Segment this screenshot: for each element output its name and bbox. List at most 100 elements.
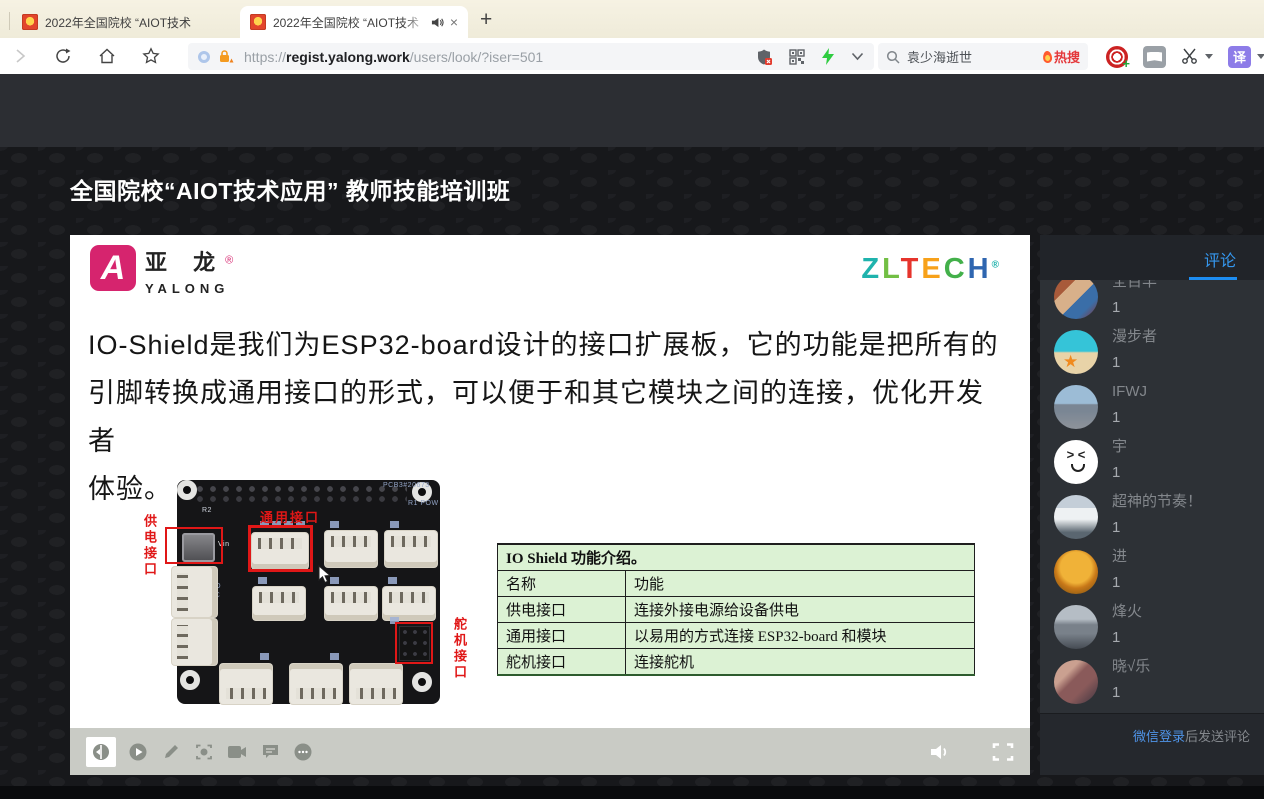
home-icon[interactable] (98, 47, 116, 65)
tab-audio-icon[interactable] (431, 16, 444, 29)
yalong-en: YALONG (145, 281, 233, 296)
video-stage[interactable]: A 亚 龙® YALONG ZLTECH® IO-Shield是我们为ESP32… (70, 235, 1030, 728)
flame-icon (1042, 50, 1052, 63)
table-row: 供电接口连接外接电源给设备供电 (498, 597, 975, 623)
url-scheme: https:// (244, 49, 286, 65)
avatar (1054, 495, 1098, 539)
favorites-star-icon[interactable] (142, 47, 160, 65)
silkscreen-text: R2 (202, 507, 212, 514)
tab-close-icon[interactable]: × (450, 15, 458, 29)
reading-mode-icon[interactable] (1143, 46, 1166, 68)
servo-port-label: 舵机接口 (452, 617, 467, 681)
comment-item: IFWJ1 (1054, 382, 1264, 437)
io-shield-function-table: IO Shield 功能介绍。 名称功能 供电接口连接外接电源给设备供电 通用接… (497, 543, 975, 676)
browser-toolbar: https://regist.yalong.work/users/look/?i… (0, 38, 1264, 74)
comment-item: 漫步者1 (1054, 327, 1264, 382)
page-title: 全国院校“AIOT技术应用” 教师技能培训班 (70, 172, 510, 206)
translate-tool[interactable]: 译 (1228, 46, 1264, 68)
active-tab-underline (1189, 277, 1237, 280)
page-header-band (0, 74, 1264, 147)
player-controls (70, 728, 1030, 775)
comment-list[interactable]: 全百丰1 漫步者1 IFWJ1 宇1 超神的节奏！1 进1 (1040, 280, 1264, 713)
tab-comments[interactable]: 评论 (1204, 247, 1236, 271)
comment-sidebar: 评论 全百丰1 漫步者1 IFWJ1 宇1 超神的节奏！1 (1040, 235, 1264, 775)
qr-code-icon[interactable] (789, 49, 805, 65)
comment-input-hint: 微信登录后发送评论 (1040, 713, 1264, 775)
tab-1[interactable]: 2022年全国院校 “AIOT技术 (12, 6, 236, 38)
screenshot-caret-icon[interactable] (1205, 54, 1213, 59)
mounting-hole (412, 672, 432, 692)
table-row: 舵机接口连接舵机 (498, 649, 975, 676)
sidebar-header: 评论 (1040, 235, 1264, 280)
yalong-logo-mark: A (90, 245, 136, 291)
search-icon (886, 50, 900, 64)
power-annotation-box (165, 527, 223, 564)
registered-mark: ® (992, 259, 1002, 270)
comment-item: 全百丰1 (1054, 280, 1264, 327)
edit-pencil-icon[interactable] (160, 741, 182, 763)
jst-connector (172, 619, 217, 665)
table-row: 通用接口以易用的方式连接 ESP32-board 和模块 (498, 623, 975, 649)
login-badge-icon[interactable] (1106, 46, 1128, 68)
chat-icon[interactable] (259, 741, 281, 763)
fullscreen-icon[interactable] (992, 741, 1014, 763)
search-box[interactable]: 袁少海逝世 热搜 (878, 43, 1088, 70)
table-header: 功能 (626, 571, 975, 597)
refresh-icon[interactable] (54, 47, 72, 65)
rotate-icon[interactable] (86, 737, 116, 767)
tab-title: 2022年全国院校 “AIOT技术 (45, 14, 226, 31)
new-tab-button[interactable]: + (480, 8, 492, 32)
webpage: 全国院校“AIOT技术应用” 教师技能培训班 A 亚 龙® YALONG ZLT… (0, 74, 1264, 799)
adblock-shield-icon[interactable] (756, 48, 773, 66)
url-path: /users/look/?iser=501 (410, 49, 543, 65)
jst-connector (325, 587, 377, 620)
search-query[interactable]: 袁少海逝世 (907, 47, 1043, 66)
forward-icon[interactable] (12, 48, 28, 64)
translate-caret-icon[interactable] (1257, 54, 1264, 59)
volume-icon[interactable] (929, 741, 951, 763)
silkscreen-text: PCB3#20673 (383, 482, 430, 489)
jst-connector (253, 587, 305, 620)
accelerate-lightning-icon[interactable] (821, 48, 835, 65)
io-shield-board-image: PCB3#20673 R1 POW R2 Vin GND VCC (140, 467, 480, 719)
camera-icon[interactable] (226, 741, 248, 763)
jst-connector (385, 531, 437, 567)
avatar (1054, 440, 1098, 484)
jst-connector (350, 664, 402, 704)
screenshot-tool[interactable] (1181, 48, 1213, 65)
table-title: IO Shield 功能介绍。 (498, 544, 975, 571)
url-text[interactable]: https://regist.yalong.work/users/look/?i… (244, 49, 543, 65)
yalong-logo: A 亚 龙® YALONG (90, 245, 233, 296)
zltech-logo: ZLTECH® (861, 253, 1002, 286)
hot-search[interactable]: 热搜 (1043, 47, 1080, 66)
tab-favicon (250, 14, 266, 30)
lock-warning-icon[interactable] (218, 49, 234, 64)
mounting-hole (180, 670, 200, 690)
mouse-cursor (318, 565, 333, 584)
address-bar[interactable]: https://regist.yalong.work/users/look/?i… (188, 43, 874, 70)
avatar (1054, 330, 1098, 374)
tab-favicon (22, 14, 38, 30)
play-icon[interactable] (127, 741, 149, 763)
registered-mark: ® (225, 255, 233, 267)
comment-item: 超神的节奏！1 (1054, 492, 1264, 547)
mounting-hole (177, 480, 197, 500)
focus-scan-icon[interactable] (193, 741, 215, 763)
jst-connector (172, 567, 217, 617)
tab-title: 2022年全国院校 “AIOT技术 (273, 14, 427, 31)
header-pins (195, 484, 407, 505)
bottom-strip (0, 786, 1264, 799)
video-player: A 亚 龙® YALONG ZLTECH® IO-Shield是我们为ESP32… (70, 235, 1030, 775)
comment-item: 宇1 (1054, 437, 1264, 492)
addressbar-chevron-icon[interactable] (851, 52, 864, 61)
table-header: 名称 (498, 571, 626, 597)
translate-icon[interactable]: 译 (1228, 46, 1251, 68)
wechat-login-link[interactable]: 微信登录 (1133, 729, 1185, 744)
silkscreen-text: R1 POW (408, 500, 439, 507)
yalong-cn: 亚 龙 (145, 250, 225, 275)
comment-item: 烽火1 (1054, 602, 1264, 657)
general-annotation-box (248, 525, 313, 572)
more-icon[interactable] (292, 741, 314, 763)
site-info-icon[interactable] (198, 51, 210, 63)
tab-2-active[interactable]: 2022年全国院校 “AIOT技术 × (240, 6, 468, 38)
